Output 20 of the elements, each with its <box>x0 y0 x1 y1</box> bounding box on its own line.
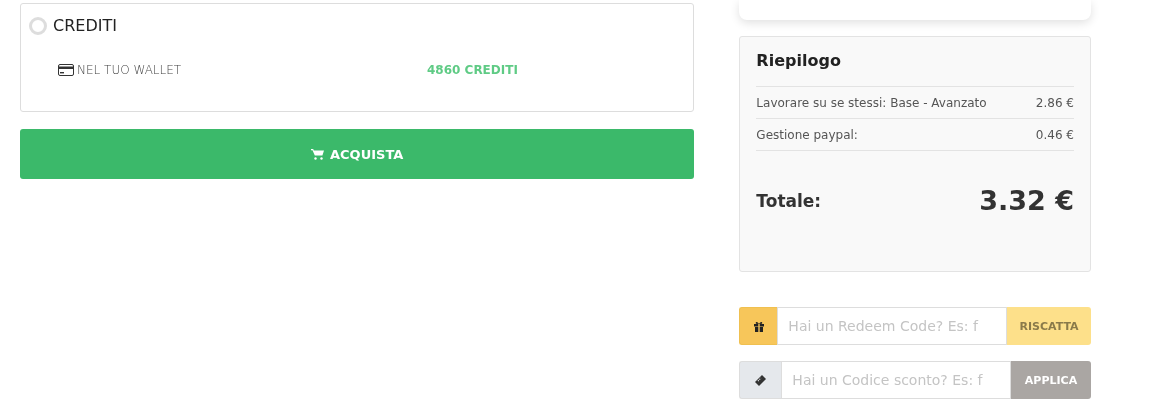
item-amount: 2.86 € <box>1035 96 1074 110</box>
radio-button[interactable] <box>29 16 47 35</box>
gift-icon <box>739 307 778 345</box>
code-button[interactable]: RISCATTA <box>1007 307 1091 345</box>
total-label: Totale: <box>756 190 822 211</box>
total-amount: 3.32 € <box>979 185 1074 216</box>
credit-card-icon <box>58 64 74 76</box>
option-label: CREDITI <box>53 16 117 35</box>
buy-button[interactable]: ACQUISTA <box>20 129 695 179</box>
code-button[interactable]: APPLICA <box>1011 361 1091 399</box>
item-label: Gestione paypal: <box>756 128 858 142</box>
item-amount: 0.46 € <box>1035 128 1074 142</box>
wallet-label: NEL TUO WALLET <box>77 63 183 77</box>
summary-title: Riepilogo <box>756 51 1074 87</box>
code-field[interactable]: Hai un Redeem Code? Es: f <box>777 307 1007 345</box>
wallet-balance: 4860 CREDITI <box>427 63 518 77</box>
ticket-icon <box>739 361 782 399</box>
code-field[interactable]: Hai un Codice sconto? Es: f <box>781 361 1011 399</box>
cart-icon <box>311 148 324 160</box>
item-label: Lavorare su se stessi: Base - Avanzato <box>756 96 987 110</box>
